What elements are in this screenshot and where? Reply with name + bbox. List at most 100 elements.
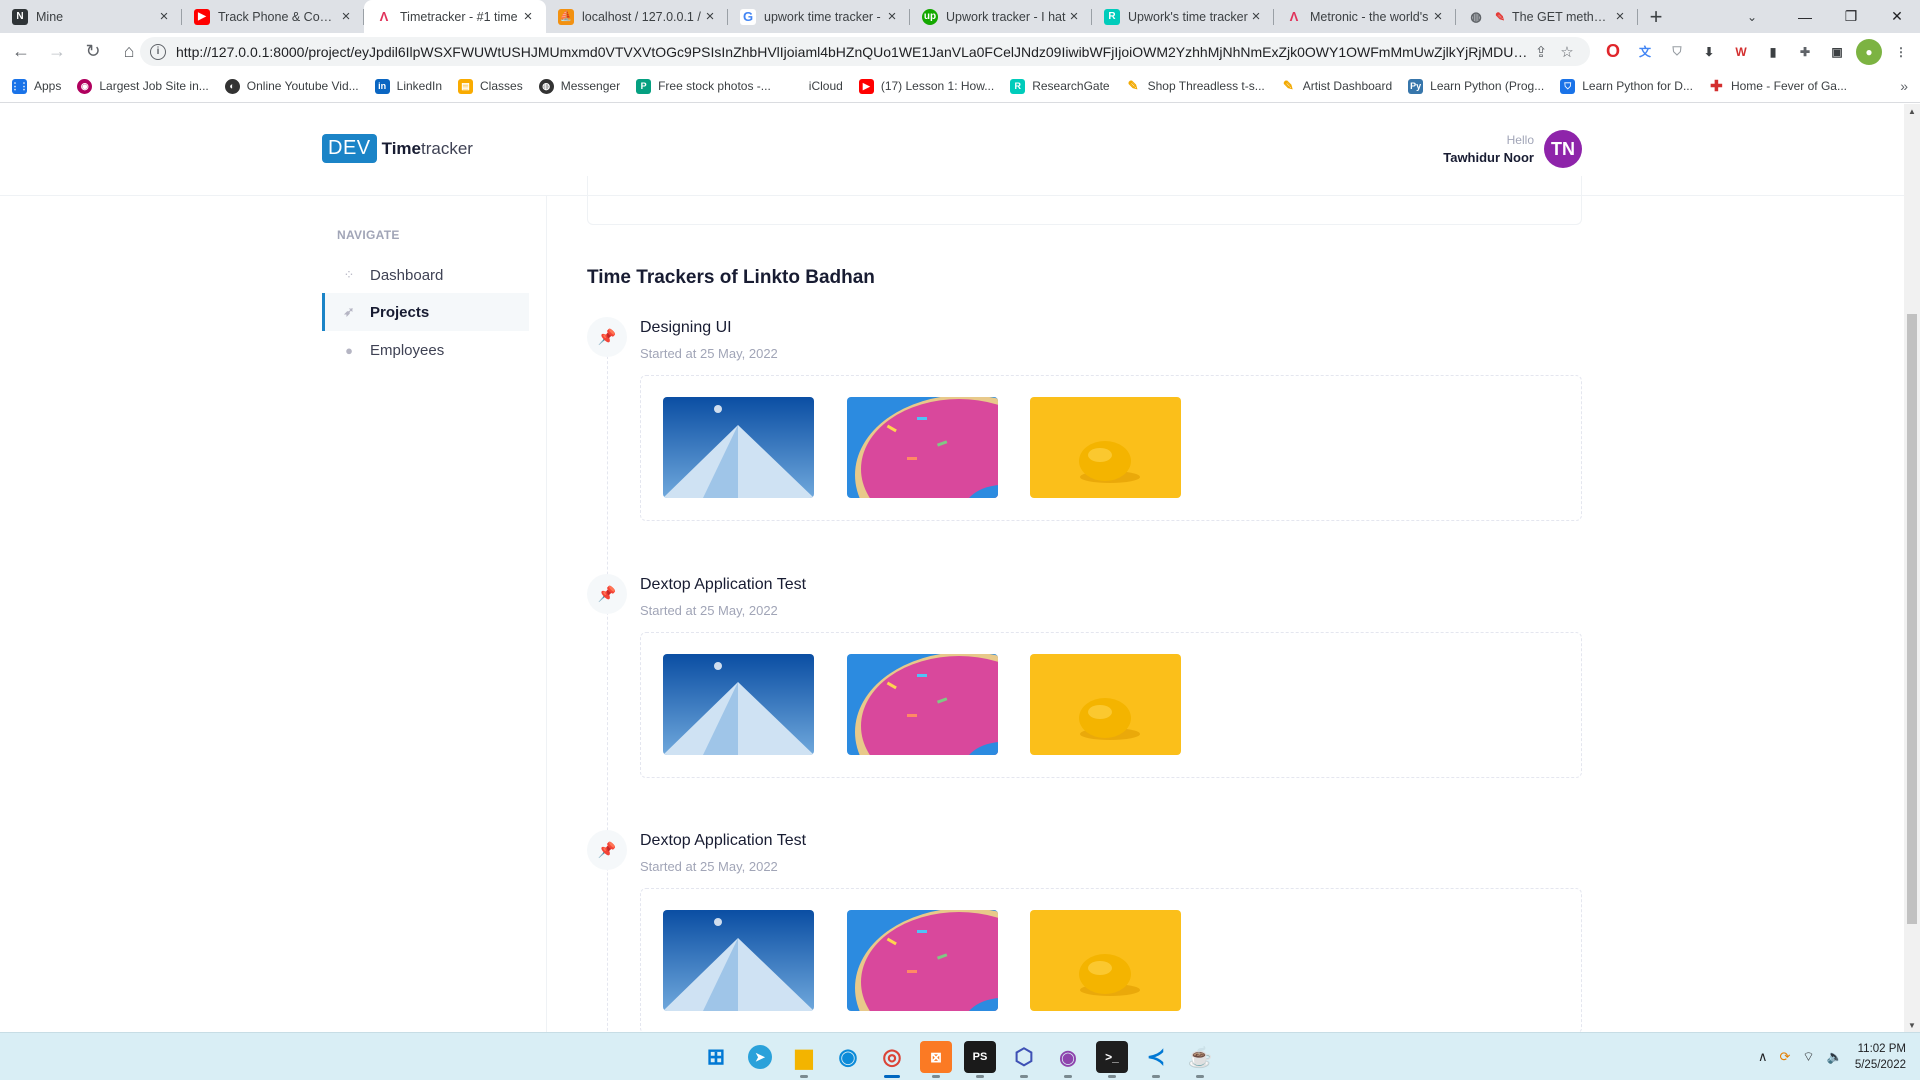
browser-tab[interactable]: N Mine ×: [0, 0, 182, 33]
screenshot-building[interactable]: [663, 654, 814, 755]
close-tab-icon[interactable]: ×: [338, 8, 354, 25]
browser-tab[interactable]: Λ Metronic - the world's ×: [1274, 0, 1456, 33]
menu-kebab-icon[interactable]: ⋮: [1888, 39, 1914, 65]
browser-tab[interactable]: ◍ ✎ The GET method is ×: [1456, 0, 1638, 33]
clock[interactable]: 11:02 PM 5/25/2022: [1855, 1041, 1906, 1073]
bookmark-item[interactable]: in LinkedIn: [374, 78, 442, 94]
greeting-text: Hello: [1506, 133, 1534, 147]
close-tab-icon[interactable]: ×: [520, 8, 536, 25]
scroll-down-icon[interactable]: ▼: [1904, 1018, 1920, 1032]
edge-icon[interactable]: ◉: [832, 1041, 864, 1073]
scroll-thumb[interactable]: [1907, 314, 1917, 924]
bookmark-item[interactable]: ◍ Messenger: [538, 78, 620, 94]
bookmark-item[interactable]: P Free stock photos -...: [636, 78, 771, 94]
user-menu[interactable]: Hello Tawhidur Noor TN: [1443, 130, 1582, 168]
browser-tab[interactable]: ⛵ localhost / 127.0.0.1 / ×: [546, 0, 728, 33]
xampp-icon[interactable]: ⊠: [920, 1041, 952, 1078]
close-tab-icon[interactable]: ×: [156, 8, 172, 25]
bookmark-item[interactable]: iCloud: [787, 79, 843, 94]
main-content: Time Trackers of Linkto Badhan 📌 Designi…: [587, 176, 1582, 1032]
sidebar-item-label: Dashboard: [370, 266, 444, 284]
app-logo[interactable]: DEV Timetracker: [322, 134, 473, 163]
sidebar-item-employees[interactable]: ● Employees: [322, 331, 529, 369]
close-tab-icon[interactable]: ×: [1248, 8, 1264, 25]
browser-tab[interactable]: R Upwork's time tracker ×: [1092, 0, 1274, 33]
screenshot-donut[interactable]: [847, 654, 998, 755]
volume-icon[interactable]: 🔈: [1827, 1049, 1843, 1065]
forward-icon[interactable]: →: [42, 37, 72, 67]
more-bookmarks-icon[interactable]: »: [1900, 78, 1908, 94]
google-icon: G: [740, 8, 756, 25]
bookmark-item[interactable]: ◉ Largest Job Site in...: [77, 78, 209, 94]
bookmark-item[interactable]: ◐ Online Youtube Vid...: [224, 78, 359, 94]
sidebar-item-projects[interactable]: ➶ Projects: [322, 293, 529, 331]
download-ext-icon[interactable]: ⬇: [1696, 39, 1722, 65]
bookmark-item[interactable]: ✎ Shop Threadless t-s...: [1126, 78, 1265, 94]
podcast-icon[interactable]: ◉: [1052, 1041, 1084, 1078]
screenshot-building[interactable]: [663, 910, 814, 1011]
terminal-icon[interactable]: >_: [1096, 1041, 1128, 1078]
bookmark-star-icon[interactable]: ☆: [1554, 43, 1580, 61]
chevron-up-icon[interactable]: ∧: [1758, 1049, 1768, 1065]
windows-start-icon[interactable]: ⊞: [700, 1041, 732, 1073]
close-tab-icon[interactable]: ×: [1066, 8, 1082, 25]
close-tab-icon[interactable]: ×: [1612, 8, 1628, 25]
page-scrollbar[interactable]: ▲ ▼: [1904, 104, 1920, 1032]
chrome-icon[interactable]: ◎: [876, 1041, 908, 1078]
screenshot-donut[interactable]: [847, 910, 998, 1011]
bookmark-item[interactable]: R ResearchGate: [1010, 78, 1110, 94]
minimize-icon[interactable]: —: [1782, 0, 1828, 33]
reload-icon[interactable]: ↻: [78, 37, 108, 67]
browser-tab-active[interactable]: Λ Timetracker - #1 time ×: [364, 0, 546, 33]
url-text[interactable]: http://127.0.0.1:8000/project/eyJpdil6Il…: [176, 44, 1528, 60]
bookmark-item[interactable]: ▤ Classes: [458, 78, 523, 94]
screenshot-donut[interactable]: [847, 397, 998, 498]
back-icon[interactable]: ←: [6, 37, 36, 67]
translate-icon[interactable]: 文: [1632, 39, 1658, 65]
extensions-puzzle-icon[interactable]: ✚: [1792, 39, 1818, 65]
screenshot-building[interactable]: [663, 397, 814, 498]
scroll-up-icon[interactable]: ▲: [1904, 104, 1920, 118]
sidebar-item-dashboard[interactable]: ⁘ Dashboard: [322, 256, 529, 294]
vscode-icon[interactable]: ≺: [1140, 1041, 1172, 1078]
close-window-icon[interactable]: ✕: [1874, 0, 1920, 33]
bookmark-item[interactable]: ✎ Artist Dashboard: [1281, 78, 1392, 94]
screenshot-lemon[interactable]: [1030, 654, 1181, 755]
screenshot-lemon[interactable]: [1030, 910, 1181, 1011]
close-tab-icon[interactable]: ×: [1430, 8, 1446, 25]
tab-search-icon[interactable]: ⌄: [1734, 0, 1770, 33]
bookmark-item[interactable]: ▶ (17) Lesson 1: How...: [858, 78, 994, 94]
hexagon-app-icon[interactable]: ⬡: [1008, 1041, 1040, 1078]
sidepanel-icon[interactable]: ▣: [1824, 39, 1850, 65]
sync-icon[interactable]: ⟳: [1780, 1049, 1791, 1065]
telegram-icon[interactable]: ➤: [748, 1045, 772, 1069]
site-info-icon[interactable]: i: [150, 43, 166, 60]
restore-icon[interactable]: ❐: [1828, 0, 1874, 33]
close-tab-icon[interactable]: ×: [884, 8, 900, 25]
shield-icon[interactable]: ⛉: [1664, 39, 1690, 65]
browser-tab[interactable]: ▶ Track Phone & Compu ×: [182, 0, 364, 33]
card-bottom-edge: [587, 176, 1582, 225]
browser-tab[interactable]: up Upwork tracker - I hat ×: [910, 0, 1092, 33]
opera-icon[interactable]: O: [1600, 39, 1626, 65]
bookmark-label: Free stock photos -...: [658, 79, 771, 93]
bookmark-item[interactable]: Py Learn Python (Prog...: [1408, 78, 1544, 94]
java-app-icon[interactable]: ☕: [1184, 1041, 1216, 1078]
phpstorm-icon[interactable]: PS: [964, 1041, 996, 1078]
bookmark-ext-icon[interactable]: ▮: [1760, 39, 1786, 65]
address-bar[interactable]: i http://127.0.0.1:8000/project/eyJpdil6…: [140, 37, 1590, 66]
wifi-icon[interactable]: ⌔: [1802, 1049, 1814, 1065]
file-explorer-icon[interactable]: ▆: [788, 1041, 820, 1078]
wappalyzer-icon[interactable]: W: [1728, 39, 1754, 65]
bookmark-item[interactable]: ✚ Home - Fever of Ga...: [1709, 78, 1847, 95]
rocket-icon: ➶: [343, 304, 355, 319]
bookmark-apps[interactable]: ⋮⋮ Apps: [11, 78, 61, 94]
bookmark-item[interactable]: ⛉ Learn Python for D...: [1560, 78, 1693, 94]
close-tab-icon[interactable]: ×: [702, 8, 718, 25]
avatar[interactable]: TN: [1544, 130, 1582, 168]
browser-tab[interactable]: G upwork time tracker - ×: [728, 0, 910, 33]
screenshot-lemon[interactable]: [1030, 397, 1181, 498]
share-icon[interactable]: ⇪: [1528, 43, 1554, 61]
profile-avatar-icon[interactable]: ●: [1856, 38, 1882, 65]
new-tab-button[interactable]: +: [1638, 0, 1674, 33]
